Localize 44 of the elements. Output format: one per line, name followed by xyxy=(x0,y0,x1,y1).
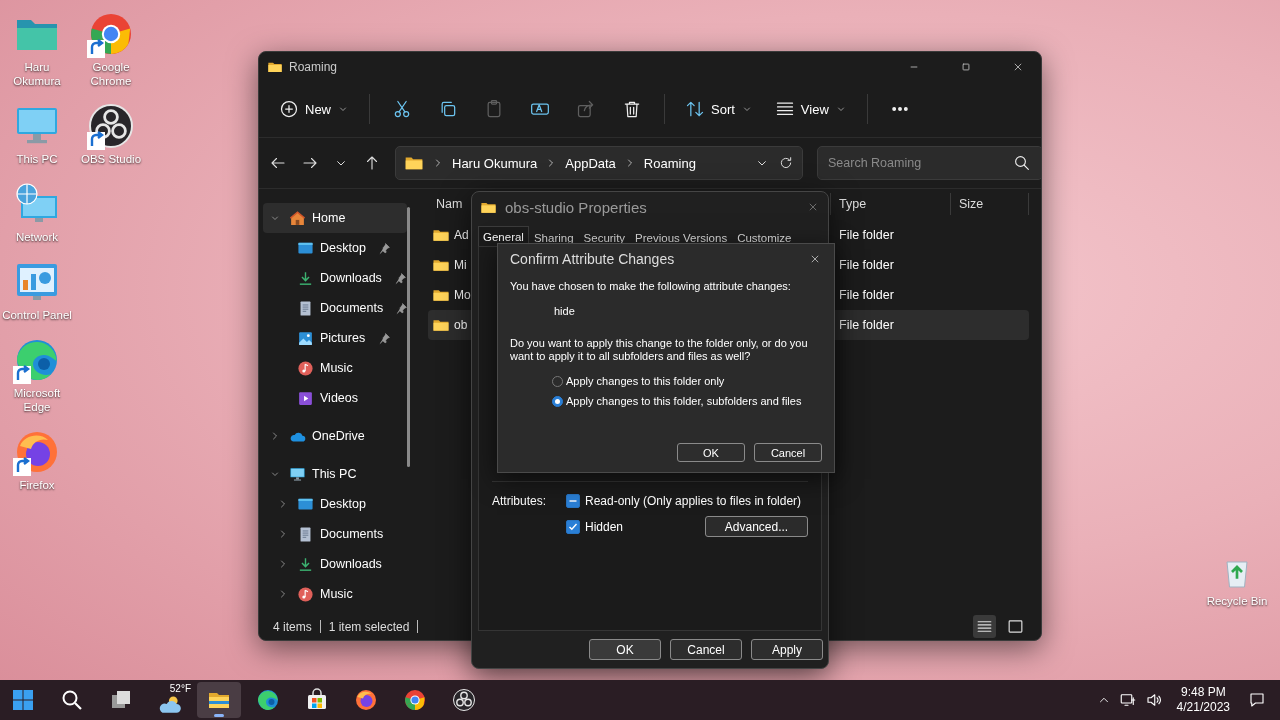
nav-label: Desktop xyxy=(320,497,366,511)
nav-label: Music xyxy=(320,361,353,375)
nav-label: Home xyxy=(312,211,346,225)
selection-count: 1 item selected xyxy=(328,619,410,634)
window-title: Roaming xyxy=(289,59,338,74)
checkbox-label: Hidden xyxy=(585,519,624,534)
icon-label: OBS Studio xyxy=(79,152,143,166)
nav-label: Documents xyxy=(320,301,384,315)
nav-label: OneDrive xyxy=(312,429,365,443)
icon-label: Firefox xyxy=(18,478,56,492)
file-type: File folder xyxy=(839,228,894,242)
nav-label: Documents xyxy=(320,527,384,541)
nav-label: Music xyxy=(320,587,353,601)
checkbox-label: Read-only (Only applies to files in folder) xyxy=(585,494,802,508)
nav-label: This PC xyxy=(312,467,357,481)
item-count: 4 items xyxy=(273,619,312,634)
file-name: Ad xyxy=(454,228,469,242)
option-label: Apply changes to this folder, subfolders and files xyxy=(566,395,802,407)
file-name: Mo xyxy=(454,288,471,302)
icon-label: This PC xyxy=(15,152,59,166)
dialog-title: Confirm Attribute Changes xyxy=(510,251,675,267)
attribute-change: hide xyxy=(554,305,576,317)
temperature-label: 52°F xyxy=(169,683,191,694)
file-name: Mi xyxy=(454,258,467,272)
icon-label: Control Panel xyxy=(2,308,72,322)
nav-label: Downloads xyxy=(320,557,382,571)
field-label: Attributes: xyxy=(492,494,548,508)
nav-label: Downloads xyxy=(320,271,382,285)
file-name: ob xyxy=(454,318,468,332)
option-label: Apply changes to this folder only xyxy=(566,375,725,387)
file-type: File folder xyxy=(839,288,894,302)
icon-label: Haru Okumura xyxy=(12,60,62,88)
icon-label: Network xyxy=(14,230,60,244)
nav-label: Pictures xyxy=(320,331,366,345)
file-type: File folder xyxy=(839,258,894,272)
nav-label: Desktop xyxy=(320,241,366,255)
icon-label: Microsoft Edge xyxy=(12,386,62,414)
icon-label: Google Chrome xyxy=(89,60,133,88)
icon-label: Recycle Bin xyxy=(1205,594,1269,608)
question-text: Do you want to apply this change to the folder only, or do you want to apply it to all subfolders and files as well? xyxy=(510,337,809,363)
dialog-title: obs-studio Properties xyxy=(505,198,647,216)
nav-label: Videos xyxy=(320,391,358,405)
file-type: File folder xyxy=(839,318,894,332)
message-text: You have chosen to make the following attribute changes: xyxy=(510,280,792,293)
